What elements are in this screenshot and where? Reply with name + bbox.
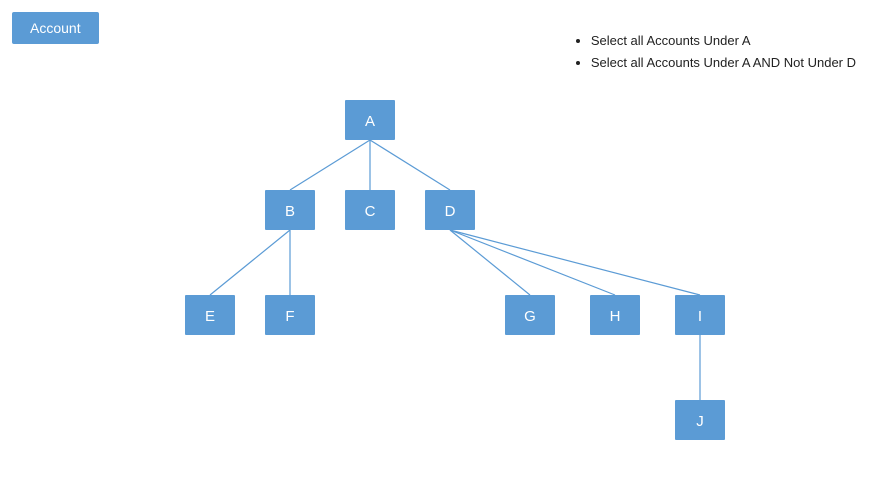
line-D-I: [450, 230, 700, 295]
node-F-label: F: [285, 308, 294, 325]
line-B-E: [210, 230, 290, 295]
node-A-label: A: [365, 113, 375, 130]
node-J-label: J: [696, 413, 704, 430]
node-C-label: C: [365, 203, 376, 220]
line-D-H: [450, 230, 615, 295]
node-G-label: G: [524, 308, 536, 325]
node-D-label: D: [445, 203, 456, 220]
line-D-G: [450, 230, 530, 295]
node-H-label: H: [610, 308, 621, 325]
line-A-D: [370, 140, 450, 190]
node-B-label: B: [285, 203, 295, 220]
line-A-B: [290, 140, 370, 190]
node-E-label: E: [205, 308, 215, 325]
tree-diagram: A B C D E F G H I J: [0, 60, 740, 490]
instruction-item-1: Select all Accounts Under A: [591, 30, 856, 52]
account-button[interactable]: Account: [12, 12, 99, 44]
node-I-label: I: [698, 308, 702, 325]
